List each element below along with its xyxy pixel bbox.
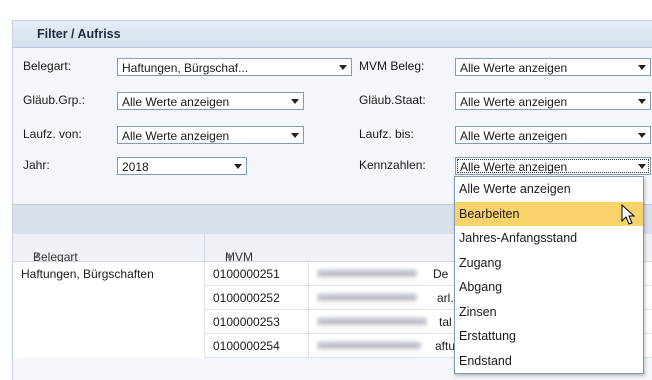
- jahr-select[interactable]: 2018: [117, 157, 247, 175]
- partial-text: De: [433, 267, 449, 281]
- mvm-beleg-select[interactable]: Alle Werte anzeigen: [455, 58, 651, 76]
- table-row-mvm-beleg: 0100000252: [205, 286, 309, 310]
- group-cell-belegart: Haftungen, Bürgschaften: [13, 262, 205, 358]
- chevron-down-icon: [291, 133, 299, 138]
- chevron-down-icon: [638, 164, 646, 169]
- laufz-von-label: Laufz. von:: [23, 127, 82, 141]
- kennzahlen-label: Kennzahlen:: [359, 158, 426, 172]
- laufz-bis-select[interactable]: Alle Werte anzeigen: [455, 126, 651, 144]
- kennzahlen-value: Alle Werte anzeigen: [460, 160, 568, 174]
- group-label: Haftungen, Bürgschaften: [21, 267, 154, 281]
- mvm-beleg-value: 0100000252: [213, 291, 280, 305]
- jahr-value: 2018: [122, 160, 149, 174]
- chevron-down-icon: [339, 65, 347, 70]
- panel-title: Filter / Aufriss: [37, 27, 121, 41]
- chevron-down-icon: [234, 164, 242, 169]
- glaeub-grp-label: Gläub.Grp.:: [23, 93, 86, 107]
- redacted-text: [317, 270, 417, 277]
- table-row-mvm-beleg: 0100000253: [205, 310, 309, 334]
- mouse-pointer-icon: [621, 204, 636, 225]
- chevron-down-icon: [638, 65, 646, 70]
- panel-header: Filter / Aufriss: [13, 21, 652, 48]
- dropdown-option[interactable]: Zugang: [455, 251, 643, 276]
- redacted-text: [317, 318, 427, 325]
- belegart-select[interactable]: Haftungen, Bürgschaf...: [117, 58, 352, 76]
- glaeub-grp-select[interactable]: Alle Werte anzeigen: [117, 92, 304, 110]
- sort-asc-icon: ▲: [33, 250, 42, 260]
- table-row-mvm-beleg: 0100000254: [205, 334, 309, 358]
- mvm-beleg-label: MVM Beleg:: [359, 59, 425, 73]
- chevron-down-icon: [638, 99, 646, 104]
- dropdown-option[interactable]: Jahres-Anfangsstand: [455, 226, 643, 251]
- mvm-beleg-value: 0100000253: [213, 315, 280, 329]
- laufz-bis-label: Laufz. bis:: [359, 127, 414, 141]
- jahr-label: Jahr:: [23, 158, 50, 172]
- dropdown-option[interactable]: Erstattung: [455, 324, 643, 349]
- laufz-von-select[interactable]: Alle Werte anzeigen: [117, 126, 304, 144]
- chevron-down-icon: [638, 133, 646, 138]
- dropdown-option[interactable]: Zinsen: [455, 300, 643, 325]
- redacted-text: [317, 294, 417, 301]
- partial-text: arl.: [437, 291, 454, 305]
- dropdown-option[interactable]: Alle Werte anzeigen: [455, 177, 643, 202]
- partial-text: tal: [439, 315, 452, 329]
- dropdown-option-highlighted[interactable]: Bearbeiten: [455, 201, 643, 226]
- mvm-beleg-value: Alle Werte anzeigen: [460, 61, 568, 75]
- glaeub-grp-value: Alle Werte anzeigen: [122, 95, 230, 109]
- glaeub-staat-label: Gläub.Staat:: [359, 93, 426, 107]
- column-header-belegart[interactable]: Belegart ▲: [13, 234, 205, 264]
- laufz-bis-value: Alle Werte anzeigen: [460, 129, 568, 143]
- table-row-mvm-beleg: 0100000251: [205, 262, 309, 286]
- partial-text: aftu: [435, 339, 456, 353]
- glaeub-staat-value: Alle Werte anzeigen: [460, 95, 568, 109]
- belegart-value: Haftungen, Bürgschaf...: [122, 61, 249, 75]
- kennzahlen-select[interactable]: Alle Werte anzeigen: [455, 157, 651, 175]
- dropdown-option[interactable]: Endstand: [455, 349, 643, 374]
- belegart-label: Belegart:: [23, 59, 72, 73]
- glaeub-staat-select[interactable]: Alle Werte anzeigen: [455, 92, 651, 110]
- sort-asc-icon: ▲: [225, 250, 234, 260]
- redacted-text: [317, 342, 421, 349]
- mvm-beleg-value: 0100000254: [213, 339, 280, 353]
- laufz-von-value: Alle Werte anzeigen: [122, 129, 230, 143]
- mvm-beleg-value: 0100000251: [213, 267, 280, 281]
- chevron-down-icon: [291, 99, 299, 104]
- kennzahlen-dropdown-list: Alle Werte anzeigen Bearbeiten Jahres-An…: [454, 176, 644, 374]
- dropdown-option[interactable]: Abgang: [455, 275, 643, 300]
